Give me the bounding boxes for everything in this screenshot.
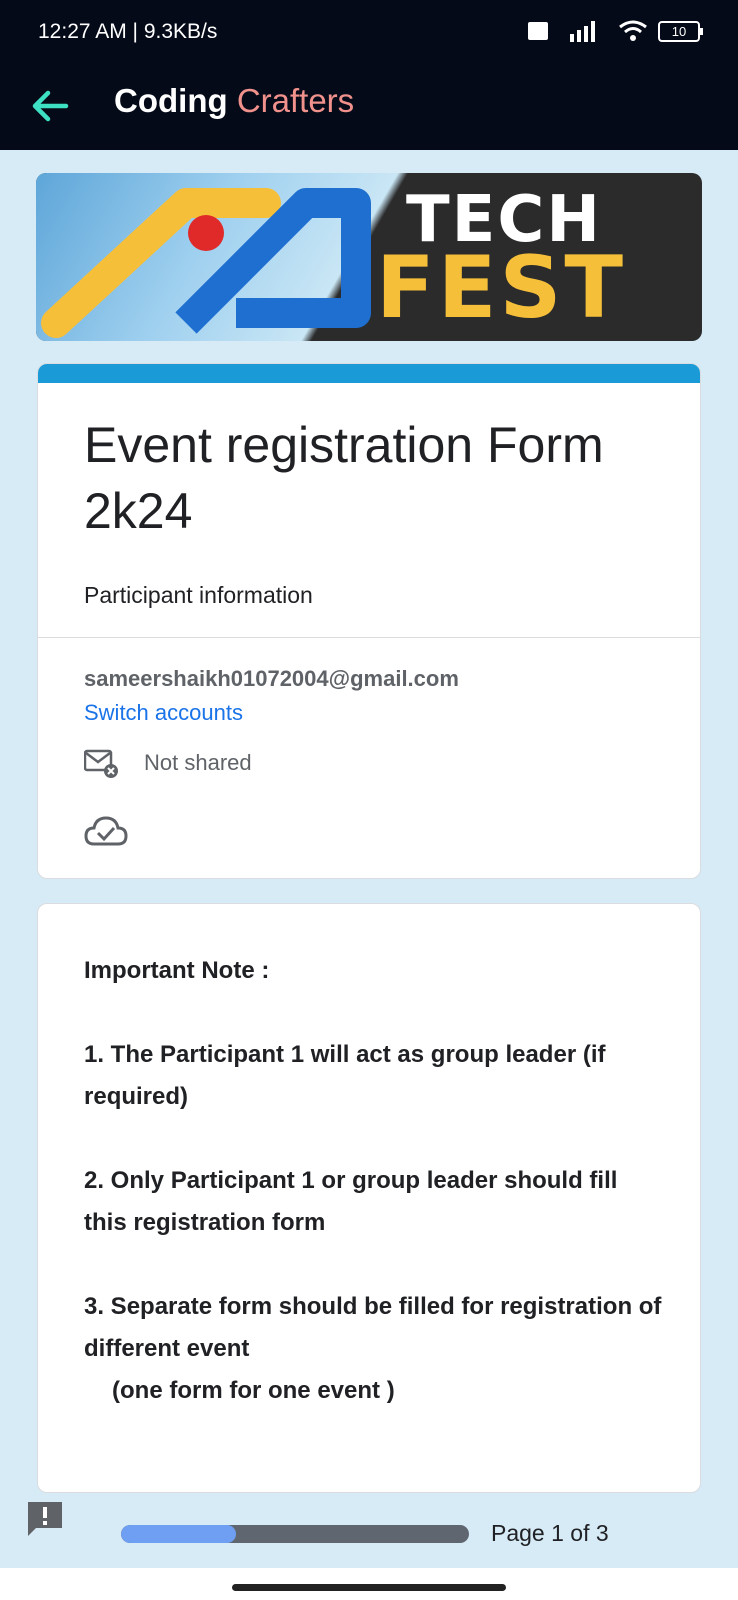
switch-accounts-link[interactable]: Switch accounts	[84, 700, 243, 726]
wifi-icon	[619, 20, 647, 41]
form-description: Participant information	[84, 582, 313, 608]
status-time-speed: 12:27 AM | 9.3KB/s	[38, 20, 218, 43]
banner-line2: FEST	[376, 238, 627, 338]
battery-icon: 10	[658, 20, 703, 42]
home-indicator[interactable]	[232, 1584, 506, 1591]
important-note-card: Important Note : 1. The Participant 1 wi…	[37, 903, 701, 1493]
mail-not-shared-icon	[84, 749, 118, 778]
feedback-icon[interactable]	[26, 1500, 64, 1538]
note-heading: Important Note :	[84, 957, 270, 984]
divider	[38, 637, 700, 638]
note-content: Important Note : 1. The Participant 1 wi…	[84, 950, 664, 1412]
app-bar: Coding Crafters	[0, 64, 738, 150]
form-accent-bar	[38, 364, 700, 383]
account-email: sameershaikh01072004@gmail.com	[84, 666, 459, 691]
battery-level: 10	[671, 23, 687, 39]
back-arrow-icon[interactable]	[26, 82, 74, 130]
note-item-3-sub: (one form for one event )	[112, 1377, 395, 1404]
note-item-2: 2. Only Participant 1 or group leader sh…	[84, 1167, 618, 1236]
note-item-1: 1. The Participant 1 will act as group l…	[84, 1041, 606, 1110]
form-progress-bar	[121, 1525, 469, 1543]
form-header-card: Event registration Form 2k24 Participant…	[37, 363, 701, 879]
not-shared-label: Not shared	[144, 750, 252, 775]
brand-part2: Crafters	[236, 82, 355, 119]
form-title: Event registration Form 2k24	[84, 417, 604, 539]
cloud-saved-icon	[84, 816, 128, 846]
status-icons: 10	[528, 18, 703, 44]
brand-part1: Coding	[114, 82, 228, 119]
app-brand: Coding Crafters	[114, 82, 354, 120]
status-bar: 12:27 AM | 9.3KB/s 10	[0, 0, 738, 64]
signal-icon	[528, 21, 595, 42]
form-progress-fill	[121, 1525, 236, 1543]
note-item-3: 3. Separate form should be filled for re…	[84, 1293, 662, 1362]
page-indicator: Page 1 of 3	[491, 1520, 609, 1546]
header-banner-image: TECH FEST	[36, 173, 702, 341]
